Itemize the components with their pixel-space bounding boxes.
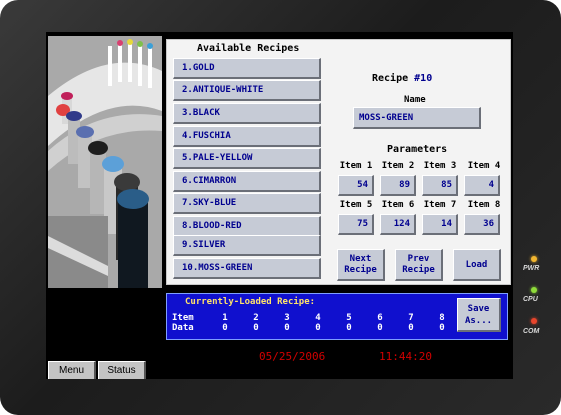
bottle-carousel-image: [48, 36, 162, 288]
loaded-data-label: Data: [172, 323, 194, 333]
recipe-button-2[interactable]: 2.ANTIQUE-WHITE: [173, 80, 321, 101]
item-5-value[interactable]: 75: [338, 214, 374, 235]
recipe-button-9[interactable]: 9.SILVER: [173, 235, 321, 256]
save-as-line1: Save: [467, 304, 490, 314]
recipe-button-1[interactable]: 1.GOLD: [173, 58, 321, 79]
item-5-label: Item 5: [339, 200, 373, 210]
recipe-number-value: #10: [414, 73, 433, 84]
loaded-item-number: 5: [346, 313, 352, 323]
prev-recipe-line2: Recipe: [402, 265, 435, 275]
next-recipe-line2: Recipe: [344, 265, 377, 275]
parameters-label: Parameters: [387, 144, 448, 155]
item-7-value[interactable]: 14: [422, 214, 458, 235]
item-4-label: Item 4: [467, 161, 501, 171]
com-led-label: COM: [523, 328, 540, 335]
item-1-label: Item 1: [339, 161, 373, 171]
loaded-item-number: 3: [284, 313, 290, 323]
cpu-led-icon: [531, 287, 537, 293]
recipe-button-5[interactable]: 5.PALE-YELLOW: [173, 148, 321, 169]
loaded-item-number: 4: [315, 313, 321, 323]
load-button[interactable]: Load: [453, 249, 501, 281]
item-4-value[interactable]: 4: [464, 175, 500, 196]
save-as-button[interactable]: Save As...: [457, 298, 501, 332]
date-display: 05/25/2006: [259, 350, 326, 363]
recipe-panel: Available Recipes 1.GOLD 2.ANTIQUE-WHITE…: [166, 39, 511, 285]
item-8-value[interactable]: 36: [464, 214, 500, 235]
pwr-led-icon: [531, 256, 537, 262]
prev-recipe-button[interactable]: Prev Recipe: [395, 249, 443, 281]
loaded-data-value: 0: [408, 323, 414, 333]
loaded-item-label: Item: [172, 313, 194, 323]
next-recipe-button[interactable]: Next Recipe: [337, 249, 385, 281]
recipe-button-3[interactable]: 3.BLACK: [173, 103, 321, 124]
loaded-item-number: 1: [222, 313, 228, 323]
available-recipes-title: Available Recipes: [197, 43, 300, 54]
touch-screen: Available Recipes 1.GOLD 2.ANTIQUE-WHITE…: [46, 32, 513, 379]
loaded-item-number: 7: [408, 313, 414, 323]
recipe-button-8[interactable]: 8.BLOOD-RED: [173, 216, 321, 237]
item-8-label: Item 8: [467, 200, 501, 210]
cpu-led-label: CPU: [523, 296, 538, 303]
item-3-value[interactable]: 85: [422, 175, 458, 196]
item-2-label: Item 2: [381, 161, 415, 171]
recipe-button-4[interactable]: 4.FUSCHIA: [173, 126, 321, 147]
recipe-button-10[interactable]: 10.MOSS-GREEN: [173, 258, 321, 279]
loaded-item-number: 6: [377, 313, 383, 323]
com-led-icon: [531, 318, 537, 324]
time-display: 11:44:20: [379, 350, 432, 363]
item-6-value[interactable]: 124: [380, 214, 416, 235]
loaded-data-value: 0: [253, 323, 259, 333]
item-6-label: Item 6: [381, 200, 415, 210]
item-7-label: Item 7: [423, 200, 457, 210]
item-3-label: Item 3: [423, 161, 457, 171]
recipe-button-7[interactable]: 7.SKY-BLUE: [173, 193, 321, 214]
loaded-data-value: 0: [377, 323, 383, 333]
hmi-bezel: Available Recipes 1.GOLD 2.ANTIQUE-WHITE…: [0, 0, 561, 415]
recipe-number-heading: Recipe #10: [372, 73, 432, 84]
loaded-recipe-title: Currently-Loaded Recipe:: [185, 297, 316, 307]
loaded-data-value: 0: [222, 323, 228, 333]
name-label: Name: [404, 95, 426, 105]
loaded-data-value: 0: [315, 323, 321, 333]
next-recipe-line1: Next: [349, 254, 372, 264]
prev-recipe-line1: Prev: [407, 254, 430, 264]
tab-menu[interactable]: Menu: [48, 361, 96, 379]
loaded-recipe-panel: Currently-Loaded Recipe: Item Data 1 2 3…: [166, 293, 508, 340]
item-1-value[interactable]: 54: [338, 175, 374, 196]
loaded-data-value: 0: [439, 323, 445, 333]
tab-status[interactable]: Status: [98, 361, 146, 379]
recipe-name-field[interactable]: MOSS-GREEN: [353, 107, 481, 129]
loaded-item-number: 2: [253, 313, 259, 323]
pwr-led-label: PWR: [523, 265, 540, 272]
loaded-data-value: 0: [346, 323, 352, 333]
loaded-data-value: 0: [284, 323, 290, 333]
recipe-number-prefix: Recipe: [372, 73, 415, 84]
save-as-line2: As...: [464, 316, 493, 326]
loaded-item-number: 8: [439, 313, 445, 323]
recipe-button-6[interactable]: 6.CIMARRON: [173, 171, 321, 192]
item-2-value[interactable]: 89: [380, 175, 416, 196]
